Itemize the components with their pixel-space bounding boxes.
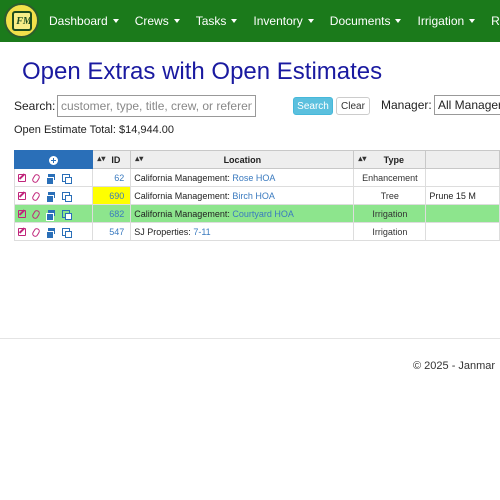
- site-link[interactable]: Birch HOA: [232, 191, 275, 201]
- nav-irrigation[interactable]: Irrigation: [417, 14, 476, 28]
- id-cell[interactable]: 690: [92, 186, 132, 205]
- location-cell: California Management: Courtyard HOA: [130, 204, 355, 223]
- nav-crews[interactable]: Crews: [135, 14, 180, 28]
- chevron-down-icon: [395, 19, 402, 23]
- app-logo[interactable]: FM: [4, 3, 39, 38]
- edit-icon[interactable]: [18, 174, 26, 183]
- row-actions: [13, 186, 94, 205]
- row-actions: [13, 204, 94, 223]
- nav-menu: Dashboard Crews Tasks Inventory Document…: [49, 0, 500, 42]
- id-cell[interactable]: 682: [92, 204, 132, 223]
- table-row: 690 California Management: Birch HOA Tre…: [13, 186, 500, 205]
- extras-table: ▴▾ ID ▴▾ Location ▴▾ Type 62 California …: [13, 150, 500, 241]
- title-header[interactable]: [425, 150, 500, 169]
- footer-divider: [0, 338, 500, 339]
- page-title: Open Extras with Open Estimates: [22, 58, 383, 85]
- sort-icon: ▴▾: [97, 154, 106, 163]
- site-link[interactable]: Rose HOA: [232, 173, 275, 183]
- table-row: 547 SJ Properties: 7-11 Irrigation: [13, 222, 500, 241]
- table-row: 62 California Management: Rose HOA Enhan…: [13, 168, 500, 187]
- id-cell[interactable]: 62: [92, 168, 132, 187]
- search-label: Search:: [14, 99, 56, 113]
- sort-icon: ▴▾: [358, 154, 367, 163]
- row-actions: [13, 222, 94, 241]
- edit-icon[interactable]: [18, 210, 26, 219]
- nav-reports[interactable]: Rep: [491, 14, 500, 28]
- title-cell: [425, 222, 500, 241]
- copy-icon[interactable]: [46, 191, 55, 203]
- edit-icon[interactable]: [18, 192, 26, 201]
- chevron-down-icon: [112, 19, 119, 23]
- chevron-down-icon: [469, 19, 476, 23]
- paperclip-icon[interactable]: [31, 172, 41, 184]
- type-cell: Tree: [353, 186, 427, 205]
- duplicate-icon[interactable]: [62, 227, 72, 238]
- search-input[interactable]: [57, 95, 256, 117]
- row-actions: [13, 168, 94, 187]
- table-header-row: ▴▾ ID ▴▾ Location ▴▾ Type: [13, 150, 500, 169]
- duplicate-icon[interactable]: [62, 173, 72, 184]
- site-link[interactable]: Courtyard HOA: [232, 209, 294, 219]
- chevron-down-icon: [307, 19, 314, 23]
- edit-icon[interactable]: [18, 228, 26, 237]
- nav-documents[interactable]: Documents: [330, 14, 402, 28]
- paperclip-icon[interactable]: [31, 208, 41, 220]
- location-cell: SJ Properties: 7-11: [130, 222, 355, 241]
- title-cell: [425, 168, 500, 187]
- duplicate-icon[interactable]: [62, 209, 72, 220]
- add-circle-icon[interactable]: [49, 155, 59, 165]
- logo-badge: FM: [12, 11, 32, 31]
- actions-header: [13, 150, 94, 169]
- type-cell: Enhancement: [353, 168, 427, 187]
- clear-button[interactable]: Clear: [336, 97, 370, 115]
- table-row: 682 California Management: Courtyard HOA…: [13, 204, 500, 223]
- manager-label: Manager:: [381, 98, 432, 112]
- type-header[interactable]: ▴▾ Type: [353, 150, 427, 169]
- title-cell: Prune 15 M: [425, 186, 500, 205]
- top-navbar: FM Dashboard Crews Tasks Inventory Docum…: [0, 0, 500, 42]
- nav-tasks[interactable]: Tasks: [196, 14, 238, 28]
- estimate-total: Open Estimate Total: $14,944.00: [14, 124, 175, 136]
- type-cell: Irrigation: [353, 222, 427, 241]
- search-button[interactable]: Search: [293, 97, 333, 115]
- logo-text: FM: [16, 16, 32, 27]
- id-cell[interactable]: 547: [92, 222, 132, 241]
- location-cell: California Management: Rose HOA: [130, 168, 355, 187]
- nav-dashboard[interactable]: Dashboard: [49, 14, 119, 28]
- copy-icon[interactable]: [46, 173, 55, 185]
- title-cell: [425, 204, 500, 223]
- sort-icon: ▴▾: [135, 154, 144, 163]
- site-link[interactable]: 7-11: [193, 227, 210, 237]
- chevron-down-icon: [231, 19, 238, 23]
- footer-copyright: © 2025 - Janmar: [413, 360, 496, 372]
- location-cell: California Management: Birch HOA: [130, 186, 355, 205]
- paperclip-icon[interactable]: [31, 190, 41, 202]
- copy-icon[interactable]: [46, 209, 55, 221]
- type-cell: Irrigation: [353, 204, 427, 223]
- paperclip-icon[interactable]: [31, 226, 41, 238]
- manager-select[interactable]: All Managers: [434, 95, 500, 115]
- chevron-down-icon: [173, 19, 180, 23]
- copy-icon[interactable]: [46, 227, 55, 239]
- nav-inventory[interactable]: Inventory: [253, 14, 314, 28]
- location-header[interactable]: ▴▾ Location: [130, 150, 355, 169]
- id-header[interactable]: ▴▾ ID: [92, 150, 132, 169]
- duplicate-icon[interactable]: [62, 191, 72, 202]
